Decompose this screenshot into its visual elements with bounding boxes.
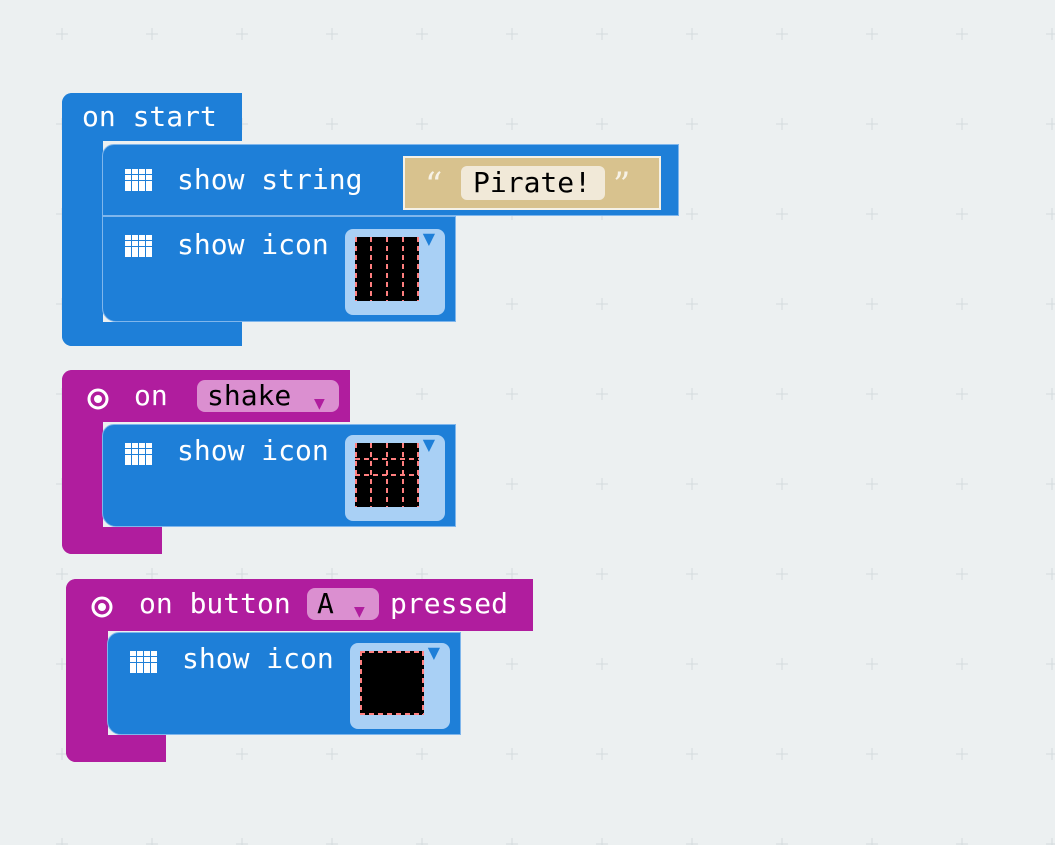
- triangle-down-icon: ▼: [422, 435, 435, 454]
- triangle-down-icon: ▼: [422, 229, 435, 248]
- radio-icon: [87, 388, 109, 410]
- show-icon-block[interactable]: show icon ▼: [102, 216, 456, 322]
- on-label: on: [134, 379, 168, 412]
- radio-icon: [91, 596, 113, 618]
- show-icon-block[interactable]: show icon ▼: [107, 632, 461, 735]
- button-dropdown[interactable]: A ▼: [307, 588, 379, 620]
- led-icon-preview: [355, 443, 419, 507]
- show-string-block[interactable]: show string “ Pirate! ”: [102, 144, 679, 216]
- led-icon-preview: [355, 237, 419, 301]
- grid-icon: [130, 651, 157, 673]
- on-button-label: on button: [139, 587, 291, 620]
- gesture-value: shake: [207, 379, 292, 412]
- show-icon-block[interactable]: show icon ▼: [102, 424, 456, 527]
- close-quote: ”: [613, 165, 631, 205]
- blocks-workspace[interactable]: on start show string “ Pirate! ” show ic…: [0, 0, 1055, 845]
- string-literal-block[interactable]: “ Pirate! ”: [403, 156, 661, 210]
- show-icon-label: show icon: [177, 228, 329, 261]
- led-icon-preview: [360, 651, 424, 715]
- icon-picker-field[interactable]: ▼: [350, 643, 450, 729]
- show-icon-label: show icon: [177, 434, 329, 467]
- string-value-text: Pirate!: [473, 166, 592, 199]
- triangle-down-icon: ▼: [354, 604, 365, 620]
- open-quote: “: [425, 165, 443, 205]
- button-value: A: [317, 587, 334, 620]
- show-string-label: show string: [177, 163, 363, 196]
- triangle-down-icon: ▼: [314, 396, 325, 412]
- grid-icon: [125, 443, 152, 465]
- icon-picker-field[interactable]: ▼: [345, 229, 445, 315]
- string-value-field[interactable]: Pirate!: [461, 166, 605, 200]
- icon-picker-field[interactable]: ▼: [345, 435, 445, 521]
- pressed-label: pressed: [390, 587, 509, 620]
- grid-icon: [125, 169, 152, 191]
- on-start-label: on start: [82, 100, 217, 133]
- triangle-down-icon: ▼: [427, 643, 440, 662]
- gesture-dropdown[interactable]: shake ▼: [197, 380, 339, 412]
- grid-icon: [125, 235, 152, 257]
- show-icon-label: show icon: [182, 642, 334, 675]
